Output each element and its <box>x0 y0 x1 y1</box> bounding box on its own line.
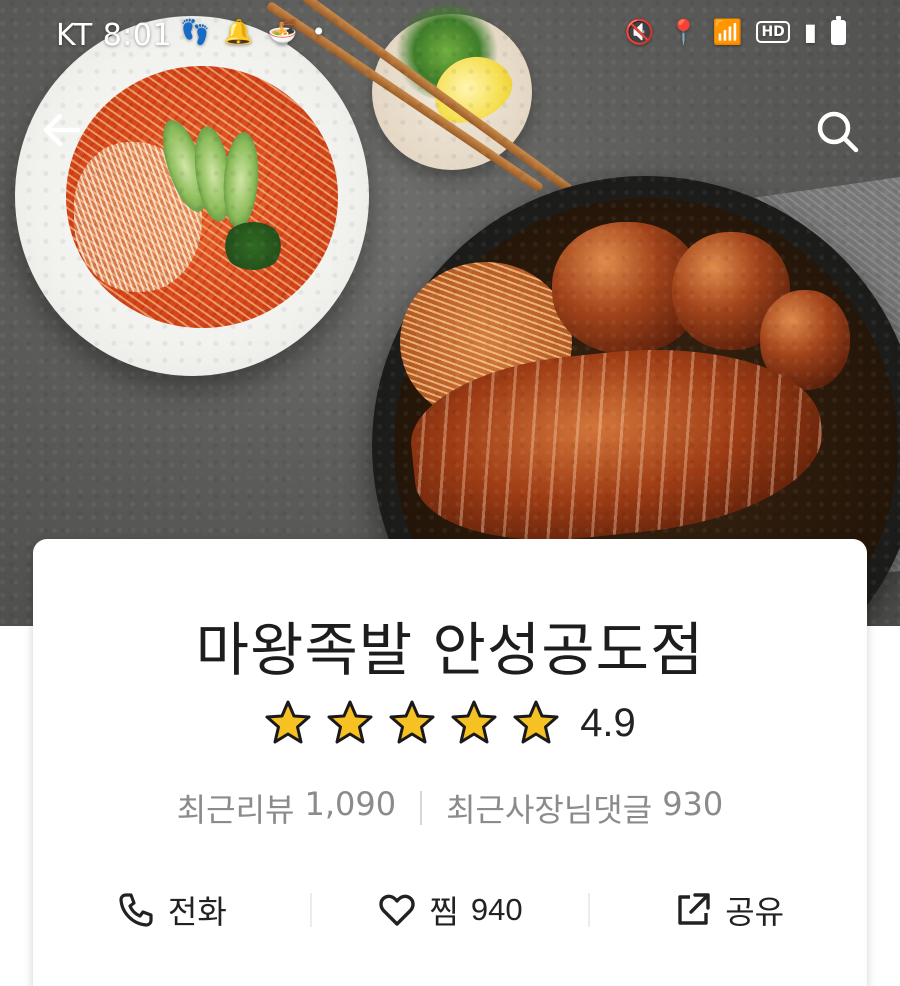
battery-icon <box>831 15 846 45</box>
review-counts-row: 최근리뷰 1,090 최근사장님댓글 930 <box>33 785 867 831</box>
back-button[interactable] <box>38 106 86 154</box>
wifi-icon: 📶 <box>712 18 743 46</box>
share-label: 공유 <box>725 893 785 931</box>
owner-replies-label: 최근사장님댓글 <box>446 791 653 829</box>
dot-icon: • <box>311 18 326 46</box>
system-icons: 🔇 📍 📶 HD ▮ <box>624 15 846 46</box>
store-info-card: 마왕족발 안성공도점 4.9 최근리뷰 1,090 최근사장님댓글 930 전화… <box>33 539 867 986</box>
notification-icons: 👣 🔔 🍜 • <box>180 18 326 46</box>
search-icon <box>817 111 859 153</box>
star-icon <box>451 700 497 744</box>
search-button[interactable] <box>812 106 864 158</box>
divider <box>420 791 423 825</box>
recent-reviews[interactable]: 최근리뷰 1,090 <box>177 785 396 831</box>
zzim-button[interactable]: 찜 940 <box>312 887 589 933</box>
footprint-icon: 👣 <box>180 18 210 46</box>
location-icon: 📍 <box>668 18 699 46</box>
call-label: 전화 <box>167 893 227 931</box>
action-bar: 전화 찜 940 공유 <box>33 885 867 935</box>
store-hero-image <box>0 0 900 626</box>
owner-replies-count: 930 <box>662 785 724 823</box>
vibrate-mute-icon: 🔇 <box>624 18 655 46</box>
carrier-label: KT <box>56 18 93 53</box>
carrier-time: KT 8:01 <box>56 18 172 53</box>
phone-icon <box>119 893 153 927</box>
call-button[interactable]: 전화 <box>33 887 310 933</box>
share-button[interactable]: 공유 <box>590 887 867 933</box>
heart-icon <box>379 894 416 926</box>
rating-row: 4.9 <box>33 699 867 747</box>
recent-reviews-count: 1,090 <box>304 785 397 823</box>
hd-voice-badge: HD <box>756 21 790 43</box>
store-name: 마왕족발 안성공도점 <box>195 616 705 684</box>
bowl-icon: 🍜 <box>267 18 298 46</box>
star-icon <box>265 700 311 744</box>
signal-icon: ▮ <box>803 18 817 46</box>
zzim-label: 찜 <box>429 893 459 931</box>
status-bar: KT 8:01 👣 🔔 🍜 • 🔇 📍 📶 HD ▮ <box>0 0 900 72</box>
share-icon <box>678 893 710 925</box>
clock: 8:01 <box>102 18 173 53</box>
rating-value: 4.9 <box>580 700 636 745</box>
zzim-count: 940 <box>470 892 523 927</box>
arrow-left-icon <box>43 113 81 147</box>
star-icon <box>513 700 559 744</box>
bell-icon: 🔔 <box>223 18 254 46</box>
greens-garnish <box>222 222 284 270</box>
owner-replies[interactable]: 최근사장님댓글 930 <box>446 785 723 831</box>
recent-reviews-label: 최근리뷰 <box>176 791 295 829</box>
star-icon <box>389 700 435 744</box>
star-icon <box>327 700 373 744</box>
